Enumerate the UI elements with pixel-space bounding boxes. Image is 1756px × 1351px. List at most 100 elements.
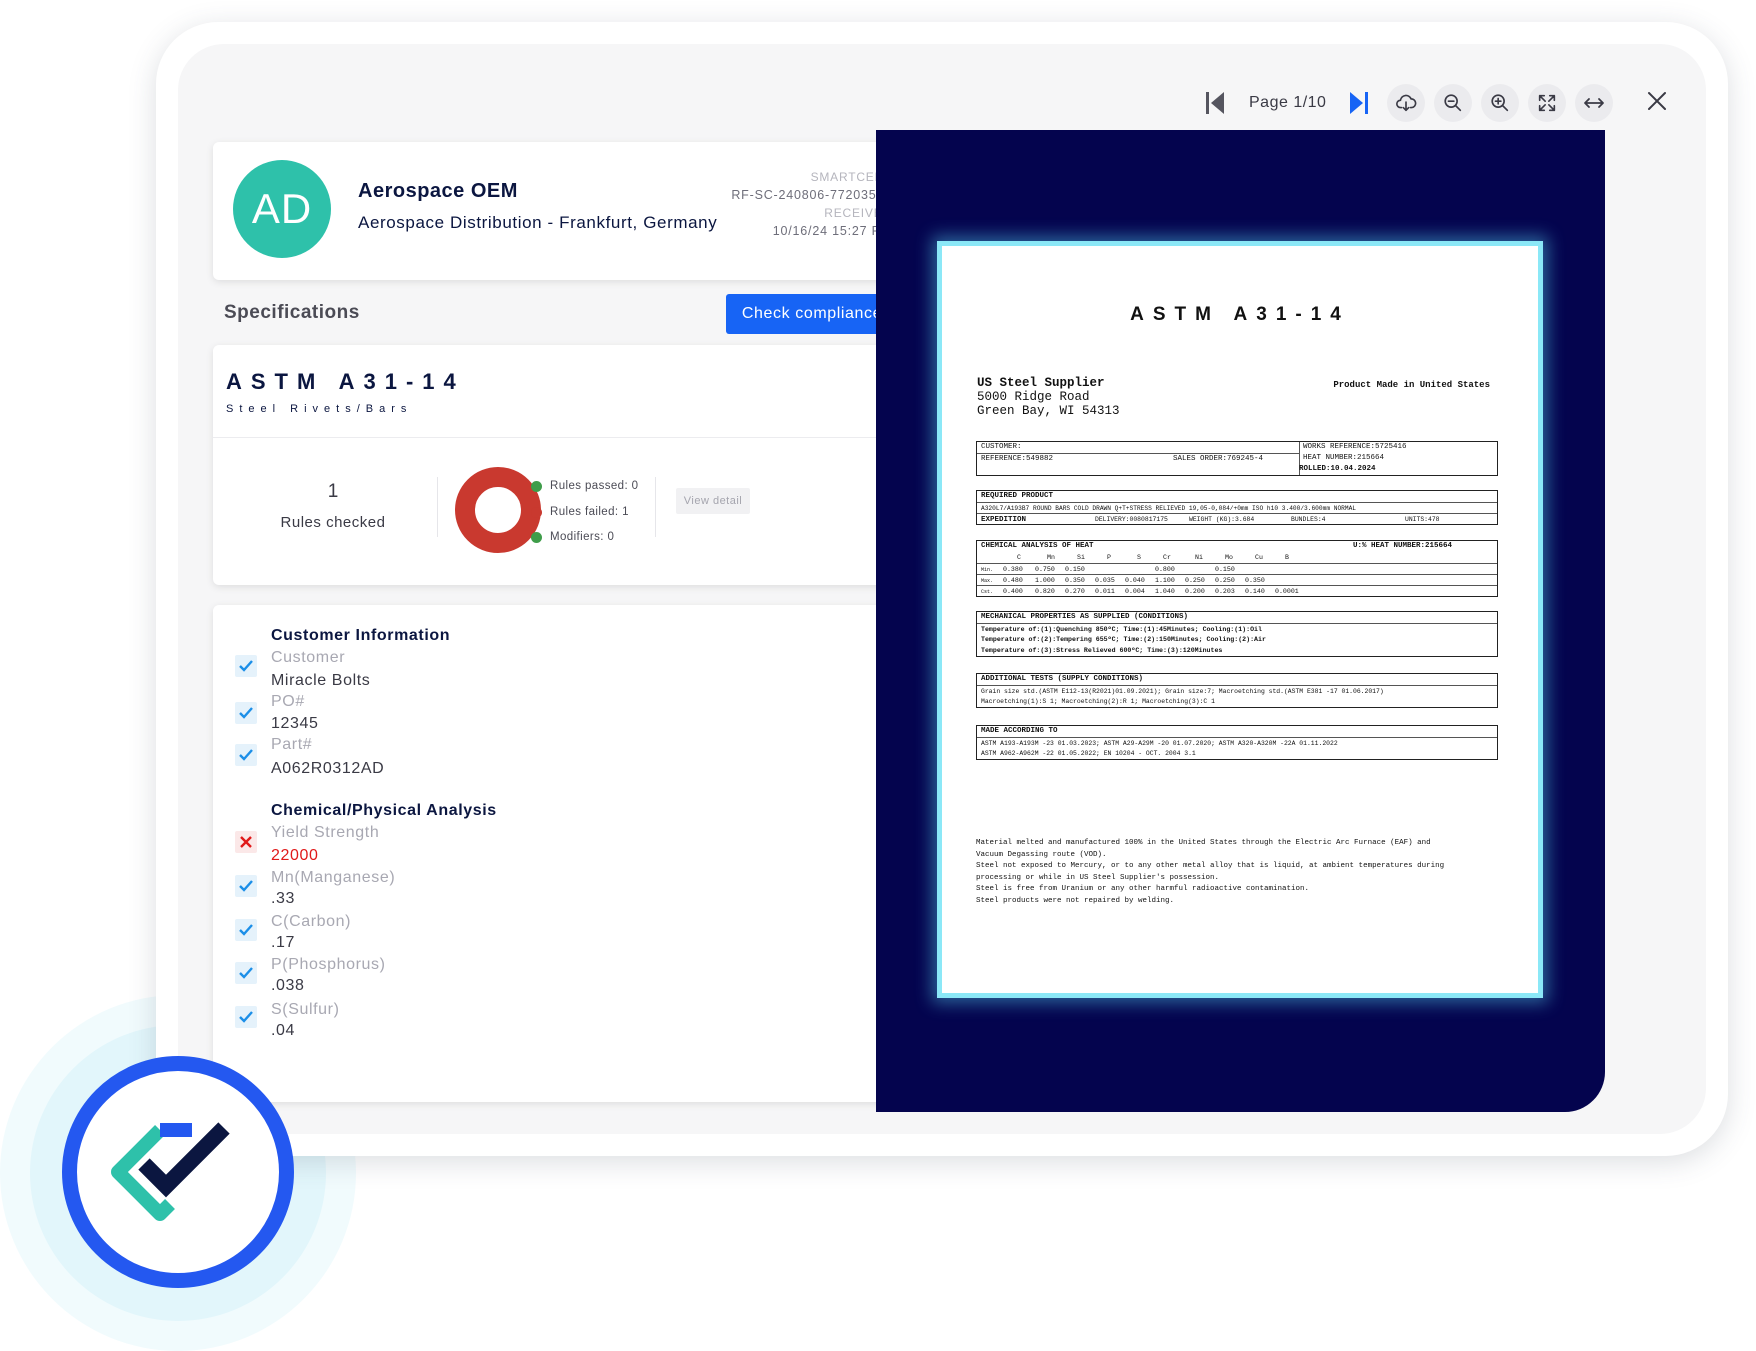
checkbox-customer[interactable]: [235, 655, 257, 677]
chem-cell: 0.140: [1245, 588, 1265, 595]
customer-box: CUSTOMER: WORKS REFERENCE:5725416 REFERE…: [976, 441, 1498, 476]
doc-note: Material melted and manufactured 100% in…: [976, 839, 1431, 847]
field-label-part: Part#: [271, 736, 313, 753]
last-page-button[interactable]: [1340, 84, 1378, 122]
doc-bundles: BUNDLES:4: [1291, 516, 1326, 523]
fullscreen-icon: [1539, 94, 1556, 112]
page-indicator: Page 1/10: [1249, 94, 1327, 111]
rules-donut-chart: [455, 467, 541, 553]
field-value-yield-strength: 22000: [271, 847, 319, 864]
field-value-phosphorus: .038: [271, 977, 305, 994]
chem-cell: 0.200: [1185, 588, 1205, 595]
zoom-out-button[interactable]: [1434, 84, 1473, 122]
doc-row: EXPEDITION DELIVERY:0080817175 WEIGHT (K…: [977, 513, 1497, 524]
document-viewer[interactable]: ASTM A31-14 US Steel Supplier 5000 Ridge…: [876, 130, 1605, 1112]
field-label-customer: Customer: [271, 649, 346, 666]
chem-cell: 0.004: [1125, 588, 1145, 595]
chem-col: P: [1107, 554, 1111, 561]
org-location: Aerospace Distribution - Frankfurt, Germ…: [358, 213, 718, 232]
chem-cell: 0.203: [1215, 588, 1235, 595]
product-box: REQUIRED PRODUCT A320L7/A193B7 ROUND BAR…: [976, 490, 1498, 525]
doc-note: Steel is free from Uranium or any other …: [976, 885, 1310, 894]
doc-row: HEAT NUMBER:215664 ROLLED:10.04.2024: [977, 454, 1497, 475]
chem-cell: 0.400: [1003, 588, 1023, 595]
chem-col: Ni: [1195, 554, 1203, 561]
field-label-yield-strength: Yield Strength: [271, 824, 380, 841]
zoom-out-icon: [1444, 94, 1462, 112]
checkbox-po[interactable]: [235, 702, 257, 724]
doc-rolled: ROLLED:10.04.2024: [1299, 465, 1376, 473]
tests-box: ADDITIONAL TESTS (SUPPLY CONDITIONS) Gra…: [976, 673, 1498, 708]
divider: [655, 477, 656, 537]
doc-note: Steel products were not repaired by weld…: [976, 896, 1175, 905]
first-page-button[interactable]: [1196, 84, 1234, 122]
legend-label: Modifiers: 0: [550, 531, 615, 543]
doc-delivery: DELIVERY:0080817175: [1095, 516, 1168, 523]
supplier-street: 5000 Ridge Road: [977, 390, 1090, 404]
chem-col: Mo: [1225, 554, 1233, 561]
certificate-page: ASTM A31-14 US Steel Supplier 5000 Ridge…: [937, 241, 1543, 998]
checkbox-carbon[interactable]: [235, 919, 257, 941]
doc-heat: HEAT NUMBER:215664: [1303, 454, 1385, 462]
doc-product-head: REQUIRED PRODUCT: [981, 492, 1054, 500]
check-icon: [239, 749, 253, 761]
check-icon: [239, 660, 253, 672]
legend-rules-failed: Rules failed: 1: [531, 506, 629, 518]
zoom-in-icon: [1491, 94, 1509, 112]
checkbox-manganese[interactable]: [235, 875, 257, 897]
download-icon: [1396, 94, 1417, 112]
customer-info-heading: Customer Information: [271, 627, 451, 644]
received-date: 10/16/24 15:27 PM: [772, 224, 892, 238]
doc-row: Cst. 0.400 0.820 0.270 0.011 0.004 1.040…: [977, 585, 1497, 596]
fullscreen-button[interactable]: [1528, 84, 1567, 122]
check-compliance-button[interactable]: Check compliance: [726, 294, 898, 334]
field-value-manganese: .33: [271, 890, 296, 907]
doc-tests-line: Grain size std.(ASTM E112-13(R2021)01.09…: [977, 685, 1497, 696]
standards-box: MADE ACCORDING TO ASTM A193-A193M -23 01…: [976, 725, 1498, 760]
doc-tests-head: ADDITIONAL TESTS (SUPPLY CONDITIONS): [981, 675, 1144, 683]
verified-check-icon: [111, 1122, 230, 1221]
download-button[interactable]: [1387, 84, 1426, 122]
doc-mech-line: Temperature of:(1):Quenching 850ºC; Time…: [977, 623, 1497, 634]
doc-expedition: EXPEDITION: [981, 516, 1027, 524]
check-icon: [239, 707, 253, 719]
chem-row-label: Min.: [981, 567, 994, 573]
standard-title: ASTM A31-14: [226, 369, 465, 394]
legend-dot-icon: [531, 480, 542, 492]
chem-row-label: Cst.: [981, 589, 994, 595]
made-in-label: Product Made in United States: [1333, 380, 1490, 390]
checkbox-phosphorus[interactable]: [235, 962, 257, 984]
verified-badge: [62, 1056, 294, 1288]
fit-width-icon: [1584, 98, 1605, 108]
field-label-po: PO#: [271, 693, 305, 710]
field-label-sulfur: S(Sulfur): [271, 1001, 340, 1018]
app-screen: Page 1/10 AD Aerospace OEM Aerospace Dis…: [178, 44, 1706, 1134]
divider: [213, 437, 920, 438]
chem-cell: 1.040: [1155, 588, 1175, 595]
smartcert-id: RF-SC-240806-77203539: [731, 188, 892, 202]
doc-customer: CUSTOMER:: [981, 443, 1022, 451]
spec-summary-card: ASTM A31-14 Steel Rivets/Bars 1 Rules ch…: [213, 345, 920, 585]
doc-mech-line: Temperature of:(3):Stress Relieved 600ºC…: [981, 647, 1223, 654]
chem-col: Si: [1077, 554, 1085, 561]
field-label-manganese: Mn(Manganese): [271, 869, 396, 886]
viewer-toolbar: Page 1/10: [1196, 82, 1622, 124]
checkbox-yield-strength[interactable]: [235, 831, 257, 853]
field-value-sulfur: .04: [271, 1022, 296, 1039]
doc-made-line: ASTM A962-A962M -22 01.05.2022; EN 10204…: [981, 750, 1196, 757]
fit-width-button[interactable]: [1575, 84, 1614, 122]
chem-cell: 0.820: [1035, 588, 1055, 595]
checkbox-part[interactable]: [235, 744, 257, 766]
org-name: Aerospace OEM: [358, 180, 518, 202]
doc-row: CHEMICAL ANALYSIS OF HEAT U:% HEAT NUMBE…: [977, 541, 1497, 552]
standard-subtitle: Steel Rivets/Bars: [226, 403, 413, 415]
checkbox-sulfur[interactable]: [235, 1006, 257, 1028]
zoom-in-button[interactable]: [1481, 84, 1520, 122]
chemical-box: CHEMICAL ANALYSIS OF HEAT U:% HEAT NUMBE…: [976, 540, 1498, 597]
doc-row: Max. 0.480 1.000 0.350 0.035 0.040 1.100…: [977, 574, 1497, 585]
view-detail-button[interactable]: View detail: [676, 488, 750, 514]
doc-reference: REFERENCE:549882: [981, 455, 1054, 463]
rules-checked-label: Rules checked: [280, 514, 386, 531]
doc-note: Vacuum Degassing route (VOD).: [976, 850, 1107, 859]
close-button[interactable]: [1640, 84, 1674, 118]
